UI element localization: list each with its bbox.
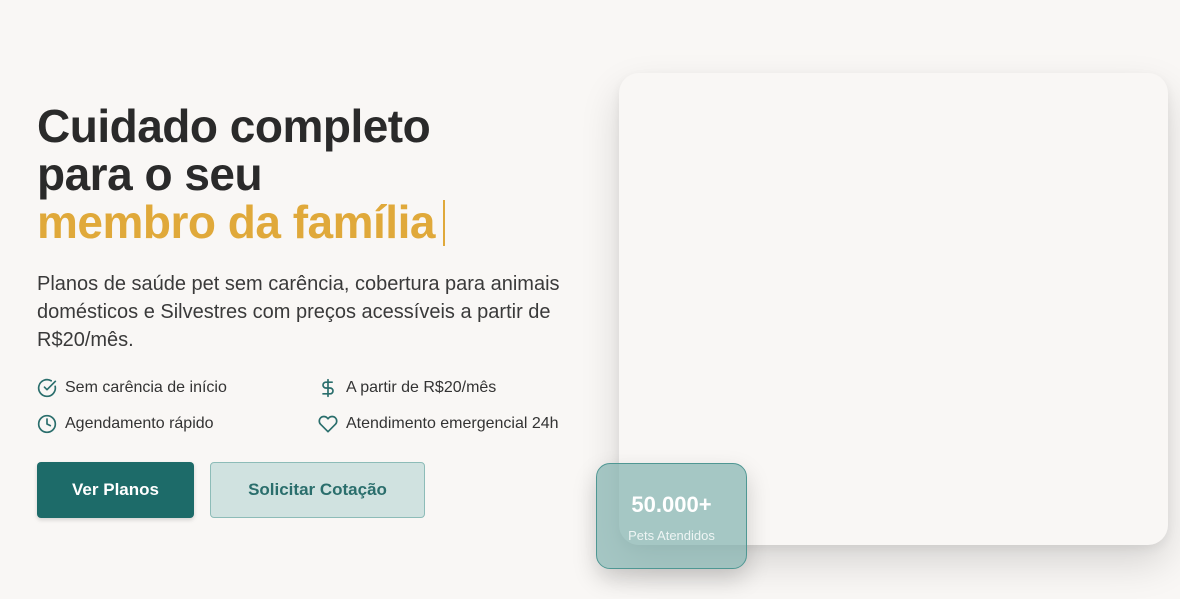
view-plans-button[interactable]: Ver Planos bbox=[37, 462, 194, 518]
stat-label: Pets Atendidos bbox=[628, 528, 715, 543]
feature-label: Agendamento rápido bbox=[65, 415, 214, 432]
check-circle-icon bbox=[37, 378, 57, 398]
feature-list: Sem carência de início A partir de R$20/… bbox=[37, 378, 597, 434]
headline-accent-text: membro da família bbox=[37, 196, 435, 248]
feature-item-scheduling: Agendamento rápido bbox=[37, 414, 318, 434]
clock-icon bbox=[37, 414, 57, 434]
hero-section: Cuidado completo para o seu membro da fa… bbox=[0, 0, 1180, 599]
feature-label: A partir de R$20/mês bbox=[346, 379, 497, 396]
headline-accent-line: membro da família bbox=[37, 198, 445, 246]
typing-cursor bbox=[442, 200, 445, 246]
feature-label: Atendimento emergencial 24h bbox=[346, 415, 559, 432]
feature-item-price: A partir de R$20/mês bbox=[318, 378, 597, 398]
stat-badge: 50.000+ Pets Atendidos bbox=[596, 463, 747, 569]
dollar-icon bbox=[318, 378, 338, 398]
feature-item-emergency: Atendimento emergencial 24h bbox=[318, 414, 597, 434]
stat-value: 50.000+ bbox=[631, 492, 712, 517]
headline-line-2: para o seu bbox=[37, 148, 263, 200]
feature-label: Sem carência de início bbox=[65, 379, 227, 396]
feature-item-no-waiting: Sem carência de início bbox=[37, 378, 318, 398]
headline-line-1: Cuidado completo bbox=[37, 100, 431, 152]
heart-icon bbox=[318, 414, 338, 434]
hero-subtitle: Planos de saúde pet sem carência, cobert… bbox=[37, 273, 560, 351]
request-quote-button[interactable]: Solicitar Cotação bbox=[210, 462, 425, 518]
hero-headline: Cuidado completo para o seu membro da fa… bbox=[37, 102, 445, 246]
